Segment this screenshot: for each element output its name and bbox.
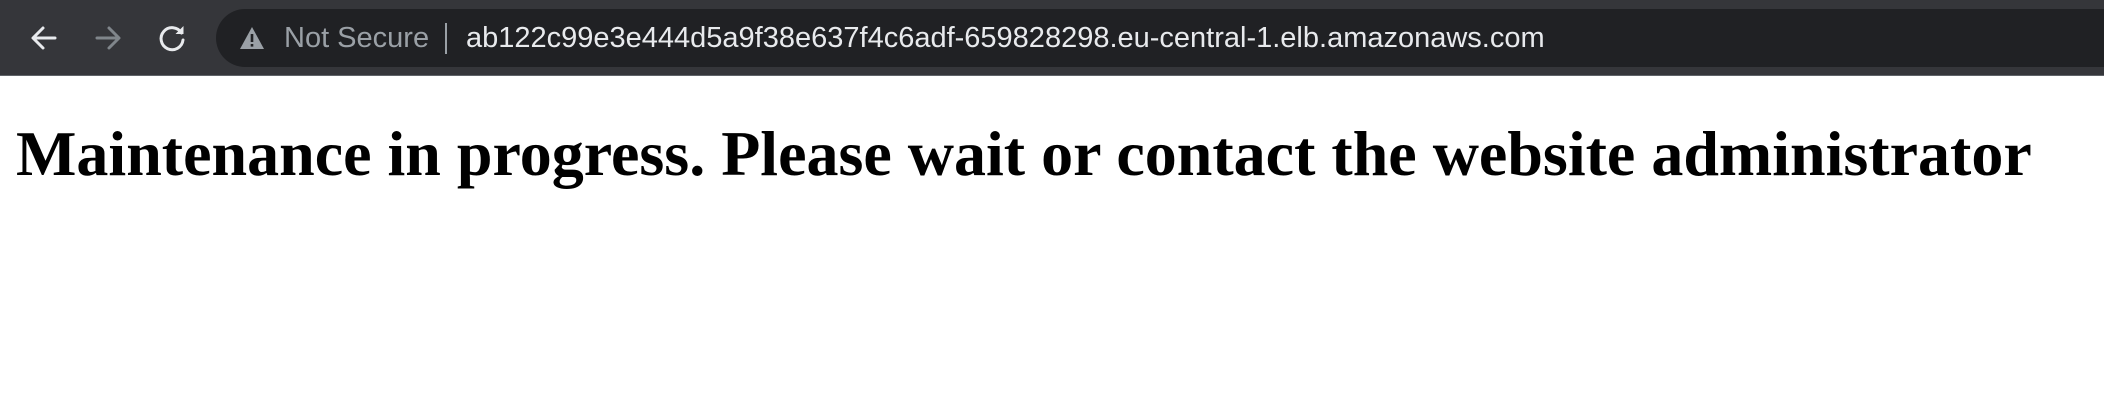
page-content: Maintenance in progress. Please wait or …: [0, 76, 2104, 406]
forward-button[interactable]: [82, 12, 134, 64]
page-heading: Maintenance in progress. Please wait or …: [16, 118, 2032, 189]
security-status-label[interactable]: Not Secure: [284, 9, 429, 67]
address-bar[interactable]: Not Secure ab122c99e3e444d5a9f38e637f4c6…: [216, 9, 2104, 67]
arrow-right-icon: [95, 26, 121, 50]
reload-icon: [159, 26, 185, 52]
back-button[interactable]: [18, 12, 70, 64]
arrow-left-icon: [31, 26, 57, 50]
browser-toolbar: Not Secure ab122c99e3e444d5a9f38e637f4c6…: [0, 0, 2104, 76]
reload-button[interactable]: [146, 12, 198, 64]
url-text[interactable]: ab122c99e3e444d5a9f38e637f4c6adf-6598282…: [466, 9, 1545, 67]
omnibox-divider: [445, 23, 447, 54]
warning-triangle-icon[interactable]: [238, 25, 266, 51]
